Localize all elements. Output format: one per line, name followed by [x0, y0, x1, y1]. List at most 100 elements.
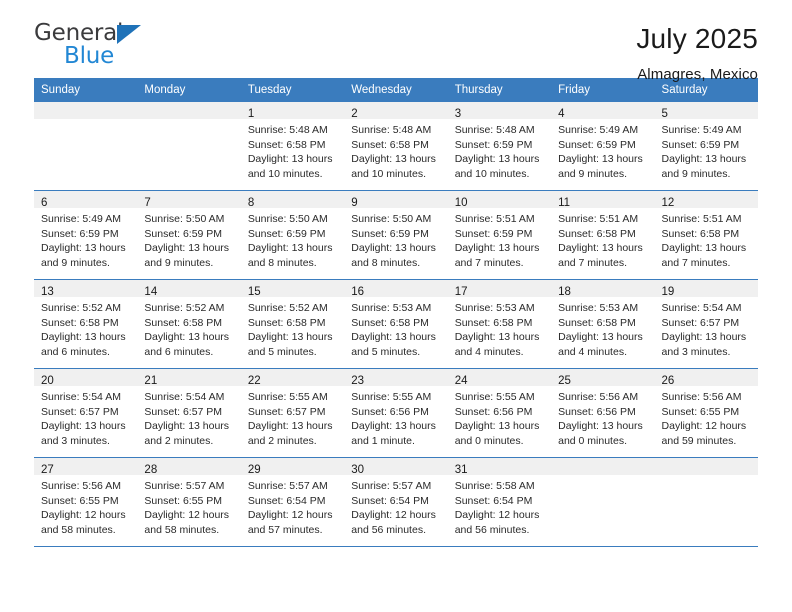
day-number: 1	[247, 108, 255, 120]
daylight-duration-line2: and 4 minutes.	[454, 345, 524, 358]
day-cell-details: Sunrise: 5:53 AM Sunset: 6:58 PM Daylight:…	[448, 297, 551, 359]
general-blue-logo: General Blue	[34, 22, 154, 74]
calendar-day-cell[interactable]: 16 Sunrise: 5:53 AM Sunset: 6:58 PM Dayligh…	[344, 279, 448, 369]
day-cell-inner: 4 Sunrise: 5:49 AM Sunset: 6:59 PM Daylight…	[551, 102, 655, 190]
day-cell-details: Sunrise: 5:56 AM Sunset: 6:55 PM Daylight:…	[34, 475, 137, 537]
sunrise-time: Sunrise: 5:52 AM	[41, 302, 121, 314]
day-number-band: 16	[344, 280, 448, 298]
calendar-day-cell[interactable]: 8 Sunrise: 5:50 AM Sunset: 6:59 PM Daylight…	[240, 190, 345, 280]
calendar-day-cell[interactable]: 19 Sunrise: 5:54 AM Sunset: 6:57 PM Dayligh…	[654, 279, 758, 369]
sunset-time: Sunset: 6:58 PM	[558, 227, 636, 240]
daylight-duration-line2: and 7 minutes.	[454, 256, 524, 269]
day-number: 19	[661, 286, 675, 298]
day-cell-inner: 13 Sunrise: 5:52 AM Sunset: 6:58 PM Dayligh…	[34, 280, 138, 368]
calendar-day-cell[interactable]: 28 Sunrise: 5:57 AM Sunset: 6:55 PM Dayligh…	[137, 457, 241, 547]
sunset-time: Sunset: 6:58 PM	[247, 316, 326, 329]
day-cell-inner: 31 Sunrise: 5:58 AM Sunset: 6:54 PM Dayligh…	[447, 458, 552, 546]
calendar-day-cell[interactable]: 18 Sunrise: 5:53 AM Sunset: 6:58 PM Dayligh…	[551, 279, 655, 369]
day-cell-details: Sunrise: 5:58 AM Sunset: 6:54 PM Daylight:…	[448, 475, 551, 537]
calendar-day-cell[interactable]: 9 Sunrise: 5:50 AM Sunset: 6:59 PM Daylight…	[344, 190, 448, 280]
day-number: 3	[454, 108, 462, 120]
day-number-band: 13	[34, 280, 138, 298]
sunrise-time: Sunrise: 5:53 AM	[558, 302, 639, 314]
calendar-day-cell[interactable]: 26 Sunrise: 5:56 AM Sunset: 6:55 PM Dayligh…	[654, 368, 758, 458]
calendar-day-cell[interactable]: 14 Sunrise: 5:52 AM Sunset: 6:58 PM Dayligh…	[137, 279, 241, 369]
daylight-duration-line1: Daylight: 13 hours	[351, 420, 436, 433]
sunset-time: Sunset: 6:55 PM	[661, 405, 740, 418]
calendar-day-cell[interactable]: 13 Sunrise: 5:52 AM Sunset: 6:58 PM Dayligh…	[34, 279, 138, 369]
calendar-day-cell[interactable]: 24 Sunrise: 5:55 AM Sunset: 6:56 PM Dayligh…	[447, 368, 552, 458]
daylight-duration-line1: Daylight: 13 hours	[454, 242, 540, 255]
daylight-duration-line1: Daylight: 12 hours	[661, 420, 747, 433]
day-number-band: 17	[447, 280, 552, 298]
sunrise-time: Sunrise: 5:53 AM	[454, 302, 535, 314]
day-number: 29	[247, 464, 261, 476]
calendar-day-cell[interactable]: 20 Sunrise: 5:54 AM Sunset: 6:57 PM Dayligh…	[34, 368, 138, 458]
sunset-time: Sunset: 6:54 PM	[351, 494, 429, 507]
daylight-duration-line2: and 9 minutes.	[144, 256, 214, 269]
calendar-day-cell[interactable]: 6 Sunrise: 5:49 AM Sunset: 6:59 PM Daylight…	[34, 190, 138, 280]
day-number: 10	[454, 197, 468, 209]
sunrise-time: Sunrise: 5:49 AM	[558, 124, 639, 136]
calendar-day-cell[interactable]: 17 Sunrise: 5:53 AM Sunset: 6:58 PM Dayligh…	[447, 279, 552, 369]
day-cell-details: Sunrise: 5:50 AM Sunset: 6:59 PM Daylight:…	[344, 208, 447, 270]
calendar-day-cell[interactable]: 2 Sunrise: 5:48 AM Sunset: 6:58 PM Daylight…	[344, 102, 448, 191]
sunset-time: Sunset: 6:57 PM	[144, 405, 223, 418]
daylight-duration-line1: Daylight: 13 hours	[661, 242, 747, 255]
calendar-day-cell[interactable]: 21 Sunrise: 5:54 AM Sunset: 6:57 PM Dayligh…	[137, 368, 241, 458]
daylight-duration-line1: Daylight: 13 hours	[41, 242, 126, 255]
sunset-time: Sunset: 6:58 PM	[247, 138, 326, 151]
calendar-day-cell[interactable]: 12 Sunrise: 5:51 AM Sunset: 6:58 PM Dayligh…	[654, 190, 758, 280]
month-calendar-table: Sunday Monday Tuesday Wednesday Thursday…	[34, 78, 758, 547]
calendar-day-cell[interactable]: 27 Sunrise: 5:56 AM Sunset: 6:55 PM Dayligh…	[34, 457, 138, 547]
calendar-day-cell[interactable]: 22 Sunrise: 5:55 AM Sunset: 6:57 PM Dayligh…	[240, 368, 345, 458]
daylight-duration-line1: Daylight: 13 hours	[558, 242, 643, 255]
day-cell-inner: 18 Sunrise: 5:53 AM Sunset: 6:58 PM Dayligh…	[551, 280, 655, 368]
calendar-day-cell[interactable]: 1 Sunrise: 5:48 AM Sunset: 6:58 PM Daylight…	[240, 102, 345, 191]
day-cell-details: Sunrise: 5:55 AM Sunset: 6:56 PM Daylight:…	[344, 386, 447, 448]
day-cell-inner: 3 Sunrise: 5:48 AM Sunset: 6:59 PM Daylight…	[447, 102, 552, 190]
daylight-duration-line2: and 56 minutes.	[454, 523, 530, 536]
calendar-day-cell[interactable]: 25 Sunrise: 5:56 AM Sunset: 6:56 PM Dayligh…	[551, 368, 655, 458]
sunset-time: Sunset: 6:59 PM	[454, 138, 533, 151]
day-number-band	[654, 458, 758, 475]
daylight-duration-line2: and 59 minutes.	[661, 434, 737, 447]
calendar-week-row: 27 Sunrise: 5:56 AM Sunset: 6:55 PM Dayligh…	[34, 457, 758, 547]
calendar-day-cell[interactable]: 30 Sunrise: 5:57 AM Sunset: 6:54 PM Dayligh…	[344, 457, 448, 547]
sunrise-time: Sunrise: 5:50 AM	[351, 213, 432, 225]
calendar-day-cell[interactable]: 15 Sunrise: 5:52 AM Sunset: 6:58 PM Dayligh…	[240, 279, 345, 369]
sunrise-time: Sunrise: 5:56 AM	[558, 391, 639, 403]
day-cell-inner: 12 Sunrise: 5:51 AM Sunset: 6:58 PM Dayligh…	[654, 191, 758, 279]
daylight-duration-line2: and 3 minutes.	[41, 434, 110, 447]
calendar-day-cell[interactable]: 10 Sunrise: 5:51 AM Sunset: 6:59 PM Dayligh…	[447, 190, 552, 280]
day-number-band: 22	[240, 369, 345, 387]
daylight-duration-line1: Daylight: 13 hours	[247, 242, 333, 255]
sunset-time: Sunset: 6:56 PM	[454, 405, 533, 418]
day-cell-inner: 21 Sunrise: 5:54 AM Sunset: 6:57 PM Dayligh…	[137, 369, 241, 457]
calendar-day-cell[interactable]: 11 Sunrise: 5:51 AM Sunset: 6:58 PM Dayligh…	[551, 190, 655, 280]
daylight-duration-line2: and 2 minutes.	[144, 434, 214, 447]
day-number-band	[137, 102, 241, 119]
day-cell-details: Sunrise: 5:49 AM Sunset: 6:59 PM Daylight:…	[655, 119, 758, 181]
calendar-day-cell[interactable]: 23 Sunrise: 5:55 AM Sunset: 6:56 PM Dayligh…	[344, 368, 448, 458]
calendar-day-cell[interactable]: 29 Sunrise: 5:57 AM Sunset: 6:54 PM Dayligh…	[240, 457, 345, 547]
daylight-duration-line1: Daylight: 13 hours	[41, 331, 126, 344]
calendar-day-cell[interactable]: 7 Sunrise: 5:50 AM Sunset: 6:59 PM Daylight…	[137, 190, 241, 280]
day-cell-details: Sunrise: 5:48 AM Sunset: 6:58 PM Daylight:…	[241, 119, 344, 181]
sunset-time: Sunset: 6:56 PM	[558, 405, 636, 418]
daylight-duration-line1: Daylight: 13 hours	[558, 420, 643, 433]
day-number: 4	[558, 108, 565, 120]
calendar-day-cell[interactable]: 5 Sunrise: 5:49 AM Sunset: 6:59 PM Daylight…	[654, 102, 758, 191]
title-block: July 2025 Almagres, Mexico	[636, 22, 758, 83]
day-number: 24	[454, 375, 468, 387]
page-title: July 2025	[636, 23, 758, 54]
day-number-band: 10	[447, 191, 552, 209]
day-cell-inner	[34, 102, 138, 190]
day-cell-details: Sunrise: 5:52 AM Sunset: 6:58 PM Daylight:…	[34, 297, 137, 359]
daylight-duration-line2: and 10 minutes.	[454, 167, 530, 180]
calendar-day-cell[interactable]: 3 Sunrise: 5:48 AM Sunset: 6:59 PM Daylight…	[447, 102, 552, 191]
calendar-day-cell[interactable]: 4 Sunrise: 5:49 AM Sunset: 6:59 PM Daylight…	[551, 102, 655, 191]
day-number: 30	[351, 464, 365, 476]
calendar-day-cell[interactable]: 31 Sunrise: 5:58 AM Sunset: 6:54 PM Dayligh…	[447, 457, 552, 547]
day-number-band: 24	[447, 369, 552, 387]
